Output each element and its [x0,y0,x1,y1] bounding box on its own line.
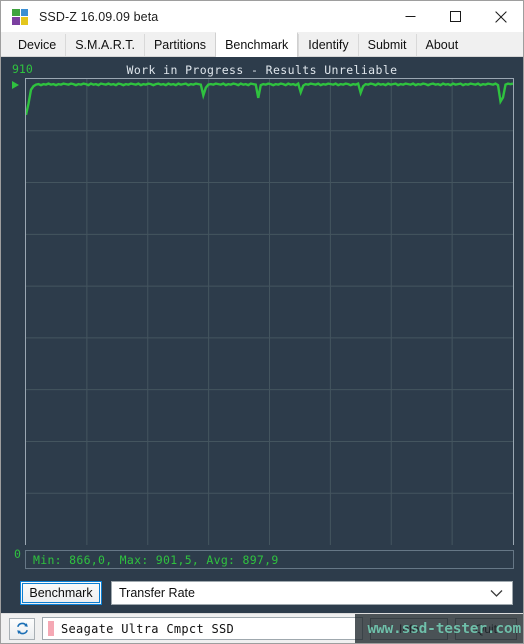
ssdz-logo-icon [12,8,28,25]
device-name-field[interactable]: Seagate Ultra Cmpct SSD [42,617,363,640]
chart-stats-bar: Min: 866,0, Max: 901,5, Avg: 897,9 [25,550,514,569]
benchmark-mode-select[interactable]: Transfer Rate [111,581,513,605]
window-title: SSD-Z 16.09.09 beta [39,9,159,24]
benchmark-mode-value: Transfer Rate [119,586,195,600]
chart-stats-text: Min: 866,0, Max: 901,5, Avg: 897,9 [33,552,279,567]
tab-about[interactable]: About [415,34,468,56]
refresh-icon[interactable] [9,617,35,640]
tab-smart[interactable]: S.M.A.R.T. [65,34,144,56]
benchmark-panel: Work in Progress - Results Unreliable 91… [1,57,523,613]
tab-bar: Device S.M.A.R.T. Partitions Benchmark I… [1,32,523,57]
device-status-indicator [48,621,54,636]
chevron-down-icon [490,582,503,604]
tab-benchmark[interactable]: Benchmark [215,32,299,57]
window-controls [388,1,523,32]
tab-identify[interactable]: Identify [298,34,358,56]
title-bar: SSD-Z 16.09.09 beta [1,1,523,32]
benchmark-controls: Benchmark Transfer Rate [6,577,518,609]
close-button[interactable] [478,1,523,32]
tab-device[interactable]: Device [9,34,66,56]
y-axis-min-label: 0 [14,547,21,561]
chart-container: Work in Progress - Results Unreliable 91… [6,61,518,577]
device-name-text: Seagate Ultra Cmpct SSD [61,621,235,636]
status-bar: Seagate Ultra Cmpct SSD Info Quit www.ss… [1,613,523,643]
watermark-backdrop [355,614,523,643]
y-axis-max-label: 910 [12,62,33,76]
maximize-button[interactable] [433,1,478,32]
tab-partitions[interactable]: Partitions [143,34,216,56]
app-window: SSD-Z 16.09.09 beta Device S.M.A.R.T. Pa… [0,0,524,644]
chart-warning-title: Work in Progress - Results Unreliable [126,63,398,77]
tab-submit[interactable]: Submit [357,34,416,56]
transfer-rate-plot[interactable] [25,78,514,545]
run-benchmark-button[interactable]: Benchmark [20,581,102,605]
play-marker-icon [12,81,19,89]
minimize-button[interactable] [388,1,433,32]
